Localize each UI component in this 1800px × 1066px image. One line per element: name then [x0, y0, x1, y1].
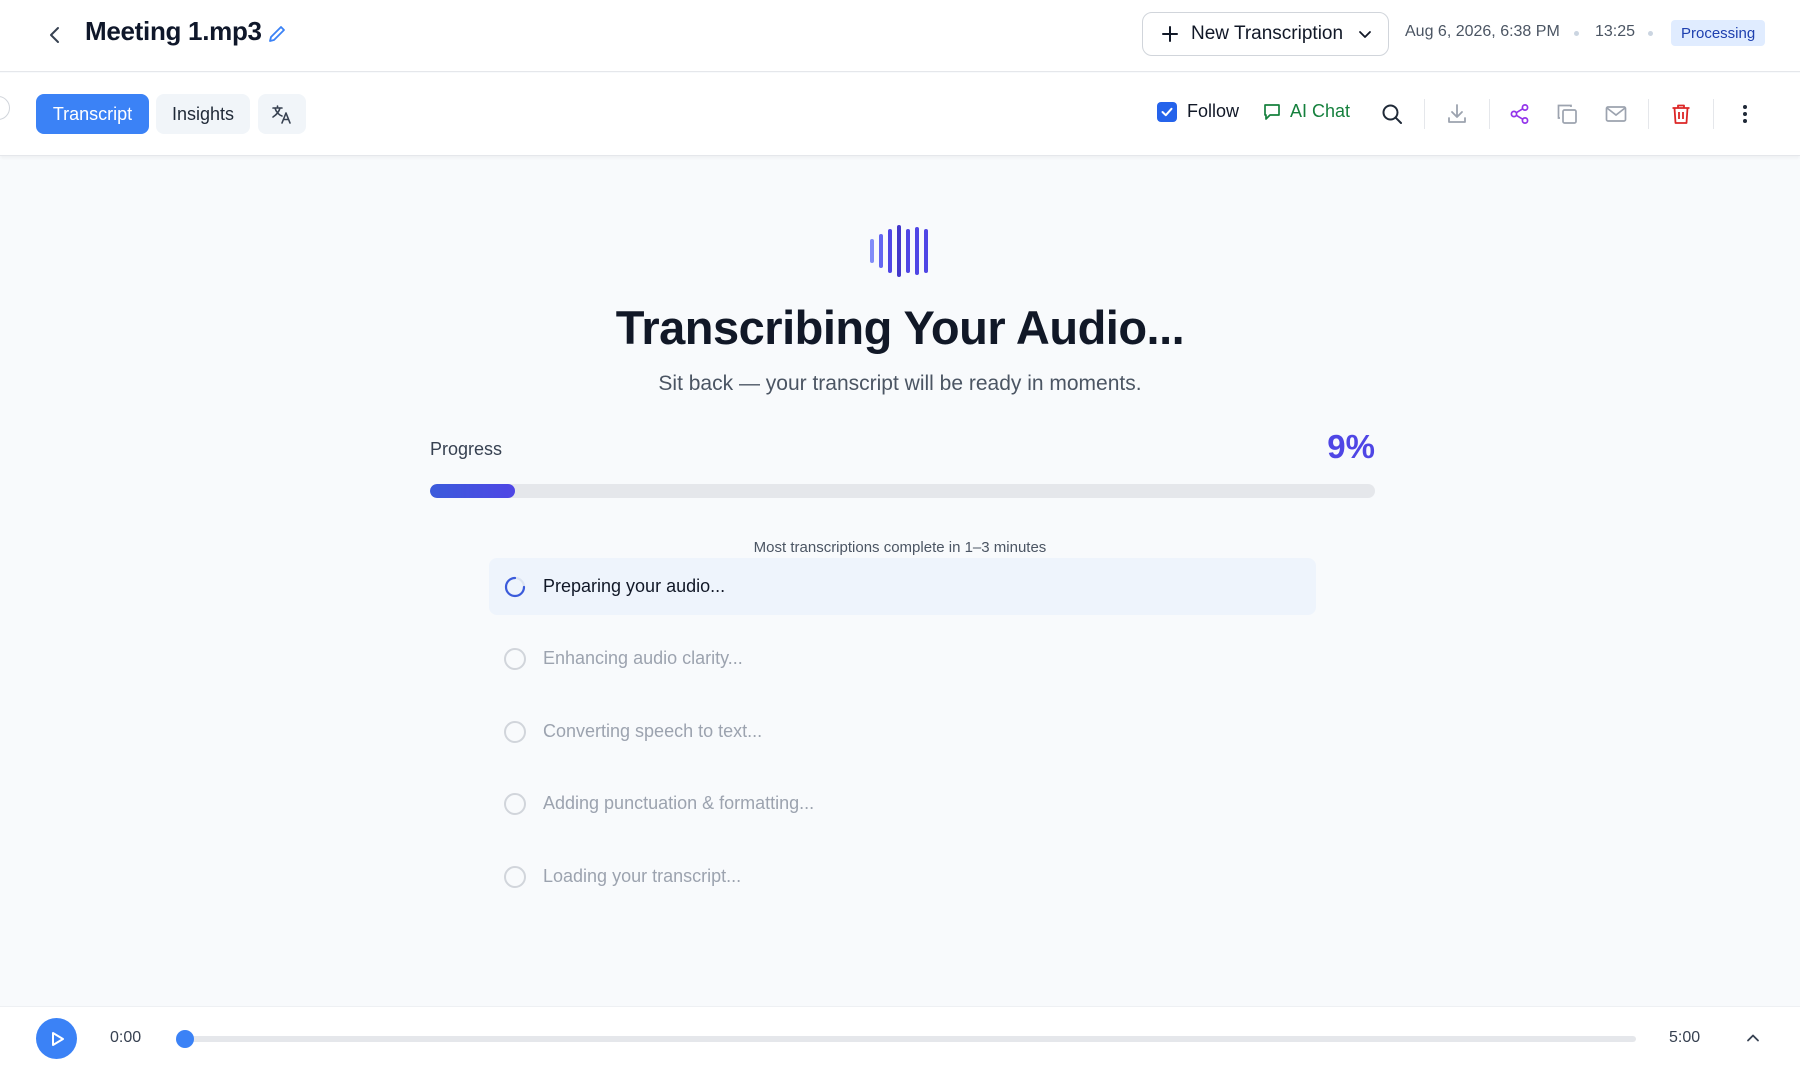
step-item: Converting speech to text... [489, 703, 1316, 760]
pending-circle-icon [503, 720, 527, 744]
seek-handle[interactable] [176, 1030, 194, 1048]
plus-icon [1162, 26, 1178, 42]
new-transcription-label: New Transcription [1191, 23, 1344, 44]
processing-title: Transcribing Your Audio... [615, 301, 1185, 354]
audio-player: 0:00 5:00 [0, 1006, 1800, 1066]
search-button[interactable] [1376, 98, 1408, 130]
processing-subtitle: Sit back — your transcript will be ready… [658, 372, 1142, 395]
audio-duration: 13:25 [1595, 23, 1636, 40]
progress-percent: 9% [1327, 428, 1375, 465]
toolbar: Transcript Insights Follow AI Chat [0, 73, 1800, 156]
file-title: Meeting 1.mp3 [85, 16, 262, 46]
top-header: Meeting 1.mp3 New Transcription Aug 6, 2… [0, 0, 1800, 72]
pending-circle-icon [503, 647, 527, 671]
tab-insights[interactable]: Insights [156, 94, 250, 134]
tab-transcript[interactable]: Transcript [36, 94, 149, 134]
pencil-icon [269, 26, 285, 42]
new-transcription-button[interactable]: New Transcription [1142, 12, 1389, 56]
progress-bar-fill [430, 484, 516, 498]
step-label: Converting speech to text... [543, 721, 763, 741]
download-icon [1448, 104, 1466, 123]
email-button[interactable] [1600, 98, 1632, 130]
expand-player-button[interactable] [1740, 1025, 1766, 1051]
copy-button[interactable] [1551, 98, 1583, 130]
follow-toggle[interactable]: Follow [1157, 101, 1239, 122]
follow-label: Follow [1187, 101, 1240, 121]
search-icon [1382, 104, 1402, 124]
chat-bubble-icon [1264, 103, 1280, 120]
more-vertical-icon [1743, 105, 1747, 123]
follow-checkbox[interactable] [1157, 101, 1177, 122]
step-label: Loading your transcript... [543, 866, 742, 886]
chevron-left-icon [50, 27, 59, 43]
eta-note: Most transcriptions complete in 1–3 minu… [753, 539, 1047, 556]
ai-chat-label: AI Chat [1290, 101, 1351, 121]
step-label: Preparing your audio... [543, 576, 726, 596]
audio-wave-icon [870, 225, 928, 277]
step-item: Loading your transcript... [489, 848, 1316, 905]
step-label: Enhancing audio clarity... [543, 648, 743, 668]
status-badge: Processing [1671, 20, 1766, 46]
separator-dot [1574, 31, 1579, 36]
translate-button[interactable] [258, 94, 306, 134]
share-icon [1510, 104, 1529, 124]
chevron-up-icon [1747, 1034, 1759, 1042]
mail-icon [1605, 106, 1627, 122]
ai-chat-button[interactable]: AI Chat [1262, 101, 1350, 122]
step-item: Adding punctuation & formatting... [489, 775, 1316, 832]
more-options-button[interactable] [1729, 98, 1761, 130]
share-button[interactable] [1504, 98, 1536, 130]
copy-icon [1557, 104, 1577, 124]
toolbar-divider [1424, 99, 1425, 129]
back-button[interactable] [38, 18, 72, 52]
download-button[interactable] [1441, 98, 1473, 130]
seek-bar[interactable] [176, 1030, 1636, 1048]
play-icon [51, 1031, 64, 1046]
check-icon [1161, 107, 1173, 116]
pending-circle-icon [503, 865, 527, 889]
toolbar-divider [1713, 99, 1714, 129]
translate-icon [272, 105, 291, 124]
progress-bar [430, 484, 1375, 498]
app-window: Meeting 1.mp3 New Transcription Aug 6, 2… [0, 0, 1800, 1066]
step-label: Adding punctuation & formatting... [543, 793, 815, 813]
play-button[interactable] [36, 1018, 77, 1059]
edit-title-button[interactable] [263, 20, 291, 48]
toolbar-divider [1489, 99, 1490, 129]
progress-label: Progress [430, 439, 503, 459]
trash-icon [1672, 104, 1690, 124]
current-time: 0:00 [110, 1029, 142, 1046]
separator-dot [1648, 31, 1653, 36]
pending-circle-icon [503, 792, 527, 816]
chevron-down-icon [1358, 27, 1372, 41]
step-item: Enhancing audio clarity... [489, 630, 1316, 687]
spinner-icon [503, 575, 527, 599]
toolbar-divider [1648, 99, 1649, 129]
step-item: Preparing your audio... [489, 558, 1316, 615]
total-time: 5:00 [1669, 1029, 1701, 1046]
delete-button[interactable] [1665, 98, 1697, 130]
created-date: Aug 6, 2026, 6:38 PM [1405, 23, 1560, 40]
